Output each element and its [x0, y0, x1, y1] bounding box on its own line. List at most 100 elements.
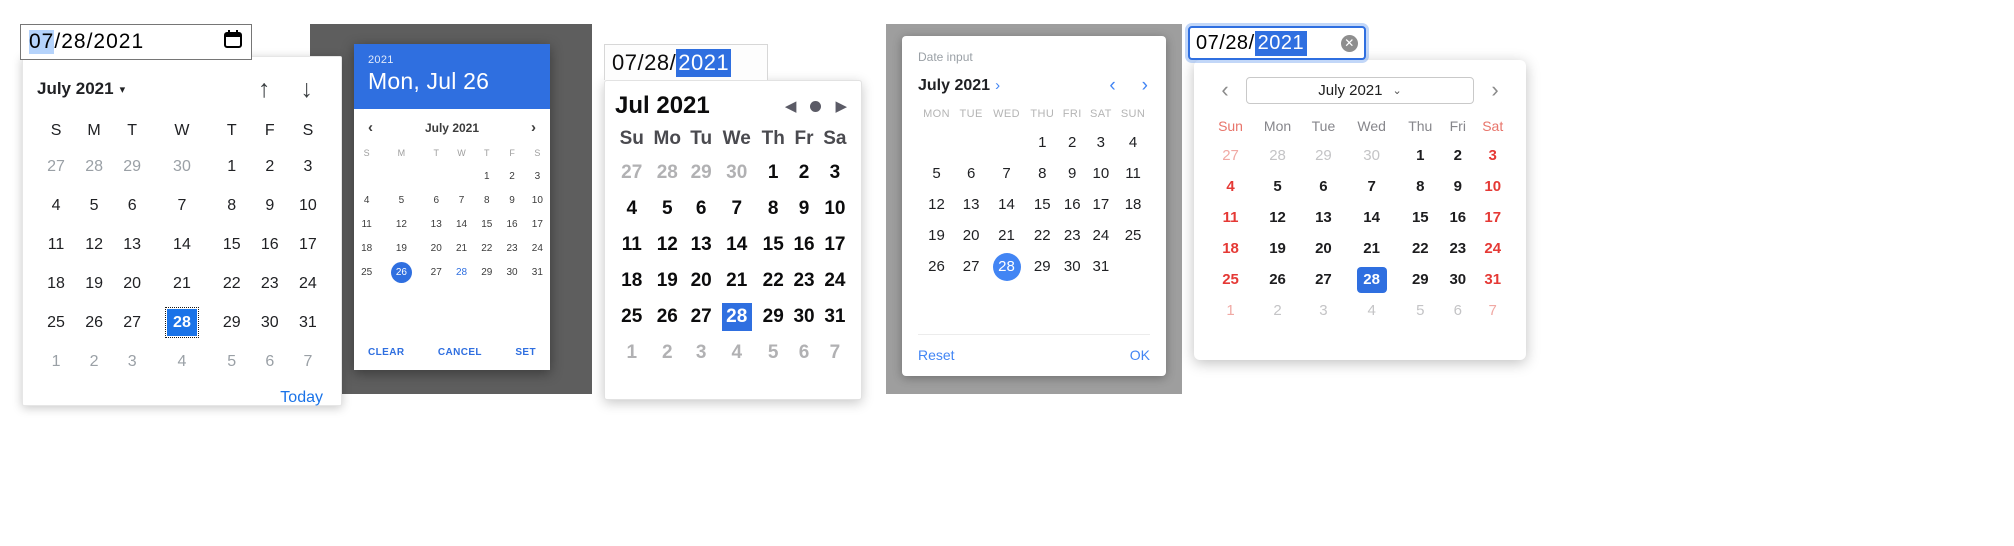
calendar-day-cell[interactable]: 12 [379, 212, 423, 236]
calendar-day-cell[interactable]: 2 [251, 147, 289, 186]
today-dot-icon[interactable] [810, 100, 822, 112]
calendar-day-cell[interactable]: 3 [819, 155, 851, 191]
calendar-day-cell[interactable]: 30 [1345, 140, 1399, 171]
calendar-day-cell[interactable]: 1 [615, 335, 649, 371]
calendar-day-cell[interactable]: 17 [1473, 202, 1512, 233]
calendar-day-cell[interactable]: 30 [499, 260, 524, 284]
reset-button[interactable]: Reset [918, 347, 955, 363]
calendar-day-cell[interactable]: 31 [289, 303, 327, 342]
calendar-day-cell[interactable]: 2 [789, 155, 818, 191]
calendar-day-cell[interactable]: 28 [75, 147, 113, 186]
calendar-day-cell[interactable]: 27 [424, 260, 449, 284]
calendar-day-cell[interactable]: 16 [1059, 189, 1086, 220]
calendar-day-cell[interactable]: 14 [151, 225, 213, 264]
next-month-arrow-icon[interactable]: ▶ [835, 99, 847, 114]
calendar-icon[interactable] [223, 29, 243, 55]
calendar-day-cell[interactable]: 10 [819, 191, 851, 227]
year-segment[interactable]: 2021 [676, 48, 732, 77]
calendar-day-cell[interactable]: 29 [1026, 251, 1059, 282]
calendar-day-cell[interactable]: 1 [213, 147, 251, 186]
date-input-safari[interactable]: 07/28/2021 ✕ [1188, 26, 1366, 60]
calendar-day-cell[interactable]: 2 [1059, 127, 1086, 158]
month-segment[interactable]: 07 [612, 50, 637, 76]
calendar-day-cell[interactable]: 21 [151, 264, 213, 303]
prev-month-chevron-icon[interactable]: ‹ [1109, 76, 1115, 95]
calendar-day-cell[interactable]: 29 [686, 155, 716, 191]
month-year-label[interactable]: July 2021 [918, 77, 990, 95]
calendar-day-cell[interactable]: 25 [37, 303, 75, 342]
calendar-day-cell[interactable]: 8 [474, 188, 499, 212]
calendar-day-cell[interactable]: 13 [1302, 202, 1345, 233]
prev-month-chevron-icon[interactable]: ‹ [368, 119, 373, 136]
calendar-day-cell[interactable]: 4 [1208, 171, 1253, 202]
calendar-day-cell[interactable]: 3 [525, 164, 550, 188]
calendar-day-cell[interactable]: 5 [1398, 295, 1442, 326]
calendar-day-cell[interactable]: 24 [1086, 220, 1116, 251]
calendar-day-cell[interactable]: 24 [819, 263, 851, 299]
selected-day[interactable]: 28 [1356, 266, 1387, 293]
date-input-firefox[interactable]: 07/28/2021 [604, 44, 768, 80]
calendar-day-cell[interactable]: 18 [615, 263, 649, 299]
calendar-day-cell[interactable]: 27 [113, 303, 151, 342]
prev-month-chevron-icon[interactable]: ‹ [1208, 77, 1242, 103]
calendar-day-cell[interactable]: 31 [525, 260, 550, 284]
calendar-day-cell[interactable]: 13 [113, 225, 151, 264]
calendar-day-cell[interactable]: 16 [251, 225, 289, 264]
calendar-day-cell[interactable]: 5 [1253, 171, 1302, 202]
calendar-day-cell[interactable]: 3 [686, 335, 716, 371]
calendar-day-cell[interactable]: 29 [213, 303, 251, 342]
date-input-chrome[interactable]: 07/28/2021 [20, 24, 252, 60]
header-year[interactable]: 2021 [368, 54, 536, 66]
calendar-day-cell[interactable]: 20 [1302, 233, 1345, 264]
calendar-day-cell[interactable]: 17 [525, 212, 550, 236]
calendar-day-cell[interactable]: 1 [1026, 127, 1059, 158]
calendar-day-cell[interactable]: 29 [113, 147, 151, 186]
calendar-day-cell[interactable]: 14 [987, 189, 1025, 220]
calendar-day-cell[interactable]: 22 [1026, 220, 1059, 251]
calendar-day-cell[interactable]: 9 [789, 191, 818, 227]
prev-month-arrow-up-icon[interactable]: ↑ [258, 76, 271, 102]
calendar-day-cell[interactable]: 22 [1398, 233, 1442, 264]
chevron-down-icon[interactable]: ▾ [120, 83, 126, 96]
clear-button[interactable]: CLEAR [368, 347, 404, 358]
calendar-day-cell[interactable]: 4 [151, 342, 213, 381]
calendar-day-cell[interactable]: 10 [525, 188, 550, 212]
calendar-day-cell[interactable]: 25 [1208, 264, 1253, 295]
calendar-day-cell[interactable]: 11 [1116, 158, 1150, 189]
next-month-arrow-down-icon[interactable]: ↓ [301, 76, 314, 102]
prev-month-arrow-icon[interactable]: ◀ [785, 99, 797, 114]
calendar-day-cell[interactable]: 7 [1345, 171, 1399, 202]
calendar-day-cell[interactable]: 1 [474, 164, 499, 188]
calendar-day-cell[interactable]: 12 [918, 189, 955, 220]
calendar-day-cell[interactable]: 14 [449, 212, 474, 236]
calendar-day-cell[interactable]: 27 [1302, 264, 1345, 295]
cancel-button[interactable]: CANCEL [438, 347, 482, 358]
calendar-day-cell[interactable]: 24 [289, 264, 327, 303]
calendar-day-cell[interactable]: 26 [649, 299, 687, 335]
calendar-day-cell[interactable]: 27 [615, 155, 649, 191]
calendar-day-cell[interactable]: 4 [1345, 295, 1399, 326]
calendar-day-cell[interactable]: 11 [354, 212, 379, 236]
calendar-day-cell[interactable]: 5 [757, 335, 789, 371]
calendar-day-cell[interactable]: 30 [716, 155, 757, 191]
calendar-day-cell[interactable]: 25 [615, 299, 649, 335]
calendar-day-cell[interactable]: 20 [424, 236, 449, 260]
calendar-day-cell[interactable]: 1 [757, 155, 789, 191]
calendar-day-cell[interactable]: 4 [354, 188, 379, 212]
year-segment[interactable]: 2021 [93, 30, 144, 54]
calendar-day-cell[interactable]: 29 [1302, 140, 1345, 171]
month-segment[interactable]: 07 [1196, 32, 1219, 55]
chevron-right-icon[interactable]: › [995, 77, 1000, 94]
calendar-day-cell[interactable]: 8 [757, 191, 789, 227]
calendar-day-cell[interactable]: 27 [1208, 140, 1253, 171]
calendar-day-cell[interactable]: 8 [1398, 171, 1442, 202]
calendar-day-cell[interactable]: 9 [1059, 158, 1086, 189]
calendar-day-cell[interactable]: 3 [289, 147, 327, 186]
calendar-day-cell[interactable]: 6 [1302, 171, 1345, 202]
calendar-day-cell[interactable]: 22 [757, 263, 789, 299]
calendar-day-cell[interactable]: 9 [251, 186, 289, 225]
calendar-day-cell[interactable]: 1 [37, 342, 75, 381]
calendar-day-cell[interactable]: 26 [75, 303, 113, 342]
calendar-day-cell[interactable]: 20 [686, 263, 716, 299]
calendar-day-cell[interactable]: 21 [987, 220, 1025, 251]
